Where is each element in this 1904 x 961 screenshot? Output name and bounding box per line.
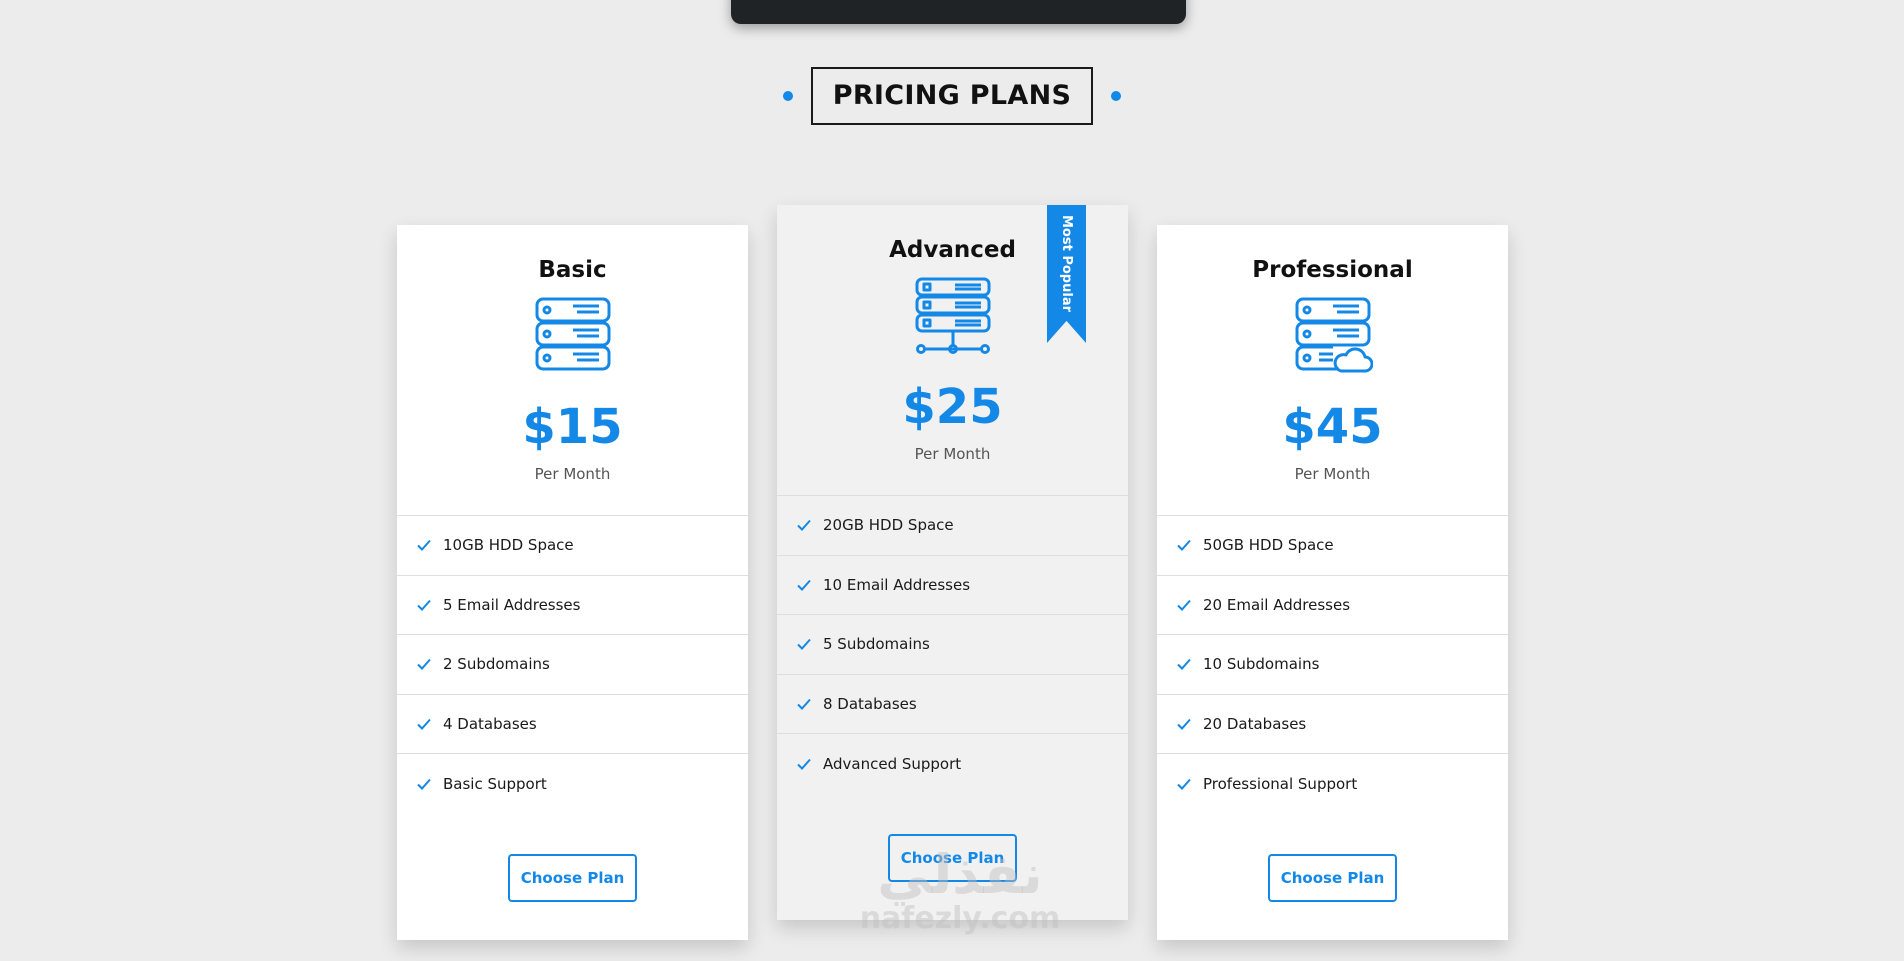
feature-label: 10GB HDD Space bbox=[443, 536, 574, 555]
choose-plan-button-basic[interactable]: Choose Plan bbox=[508, 853, 637, 902]
feature-label: 2 Subdomains bbox=[443, 655, 550, 674]
feature-item: 10 Subdomains bbox=[1157, 635, 1508, 695]
feature-item: Basic Support bbox=[397, 754, 748, 814]
plan-price: $25 bbox=[902, 379, 1003, 435]
check-icon bbox=[417, 778, 431, 790]
feature-label: Professional Support bbox=[1203, 774, 1358, 793]
button-area: Choose Plan bbox=[1157, 814, 1508, 940]
check-icon bbox=[1177, 540, 1191, 552]
feature-item: 20 Databases bbox=[1157, 695, 1508, 754]
check-icon bbox=[1177, 599, 1191, 611]
plan-price: $15 bbox=[522, 399, 623, 455]
server-stack-icon bbox=[535, 297, 610, 371]
plan-period: Per Month bbox=[534, 465, 611, 483]
feature-item: 4 Databases bbox=[397, 695, 748, 754]
feature-item: 5 Email Addresses bbox=[397, 576, 748, 635]
check-icon bbox=[797, 579, 811, 591]
feature-label: 10 Email Addresses bbox=[823, 575, 971, 594]
plan-price: $45 bbox=[1282, 399, 1383, 455]
feature-label: 4 Databases bbox=[443, 714, 537, 733]
feature-label: 20GB HDD Space bbox=[823, 516, 954, 535]
check-icon bbox=[797, 758, 811, 770]
section-title: PRICING PLANS bbox=[810, 67, 1094, 125]
check-icon bbox=[417, 599, 431, 611]
plan-card-professional: Professional $45 Per Month 50GB HDD Spac… bbox=[1157, 225, 1508, 940]
check-icon bbox=[1177, 778, 1191, 790]
server-network-icon bbox=[915, 277, 990, 354]
server-cloud-icon bbox=[1295, 297, 1373, 373]
button-area: Choose Plan bbox=[777, 794, 1128, 920]
feature-item: Professional Support bbox=[1157, 754, 1508, 814]
feature-label: 5 Email Addresses bbox=[443, 595, 581, 614]
check-icon bbox=[797, 698, 811, 710]
plan-period: Per Month bbox=[1294, 465, 1371, 483]
feature-item: 5 Subdomains bbox=[777, 615, 1128, 675]
feature-item: 50GB HDD Space bbox=[1157, 516, 1508, 576]
choose-plan-button-advanced[interactable]: Choose Plan bbox=[888, 833, 1017, 882]
ribbon-label: Most Popular bbox=[1059, 215, 1074, 313]
left-dot bbox=[782, 91, 793, 101]
plan-name: Basic bbox=[538, 257, 607, 283]
plan-period: Per Month bbox=[914, 445, 991, 463]
feature-item: 20GB HDD Space bbox=[777, 496, 1128, 556]
check-icon bbox=[797, 520, 811, 532]
feature-list: 20GB HDD Space 10 Email Addresses 5 Subd… bbox=[777, 496, 1128, 794]
plan-header: Basic $15 Per Month bbox=[397, 225, 748, 516]
feature-label: 50GB HDD Space bbox=[1203, 536, 1334, 555]
check-icon bbox=[1177, 718, 1191, 730]
check-icon bbox=[417, 540, 431, 552]
button-area: Choose Plan bbox=[397, 814, 748, 940]
plan-name: Professional bbox=[1252, 257, 1413, 283]
feature-label: 20 Databases bbox=[1203, 714, 1307, 733]
feature-item: 2 Subdomains bbox=[397, 635, 748, 695]
check-icon bbox=[417, 718, 431, 730]
check-icon bbox=[1177, 659, 1191, 671]
feature-label: 5 Subdomains bbox=[823, 635, 930, 654]
plan-card-basic: Basic $15 Per Month 10GB HDD Space 5 Ema… bbox=[397, 225, 748, 940]
feature-label: 8 Databases bbox=[823, 694, 917, 713]
check-icon bbox=[417, 659, 431, 671]
choose-plan-button-professional[interactable]: Choose Plan bbox=[1268, 853, 1397, 902]
check-icon bbox=[797, 639, 811, 651]
feature-item: Advanced Support bbox=[777, 734, 1128, 794]
feature-label: 20 Email Addresses bbox=[1203, 595, 1351, 614]
top-dark-panel bbox=[731, 0, 1186, 24]
feature-label: Advanced Support bbox=[823, 754, 962, 773]
plan-header: Professional $45 Per Month bbox=[1157, 225, 1508, 516]
right-dot bbox=[1111, 91, 1122, 101]
feature-list: 50GB HDD Space 20 Email Addresses 10 Sub… bbox=[1157, 516, 1508, 814]
feature-item: 8 Databases bbox=[777, 675, 1128, 734]
feature-label: Basic Support bbox=[443, 774, 547, 793]
plan-card-advanced: Most Popular Advanced $25 Per Month 20GB… bbox=[777, 205, 1128, 920]
section-header: PRICING PLANS bbox=[0, 66, 1904, 126]
feature-list: 10GB HDD Space 5 Email Addresses 2 Subdo… bbox=[397, 516, 748, 814]
feature-item: 10GB HDD Space bbox=[397, 516, 748, 576]
feature-item: 10 Email Addresses bbox=[777, 556, 1128, 615]
feature-label: 10 Subdomains bbox=[1203, 655, 1320, 674]
feature-item: 20 Email Addresses bbox=[1157, 576, 1508, 635]
